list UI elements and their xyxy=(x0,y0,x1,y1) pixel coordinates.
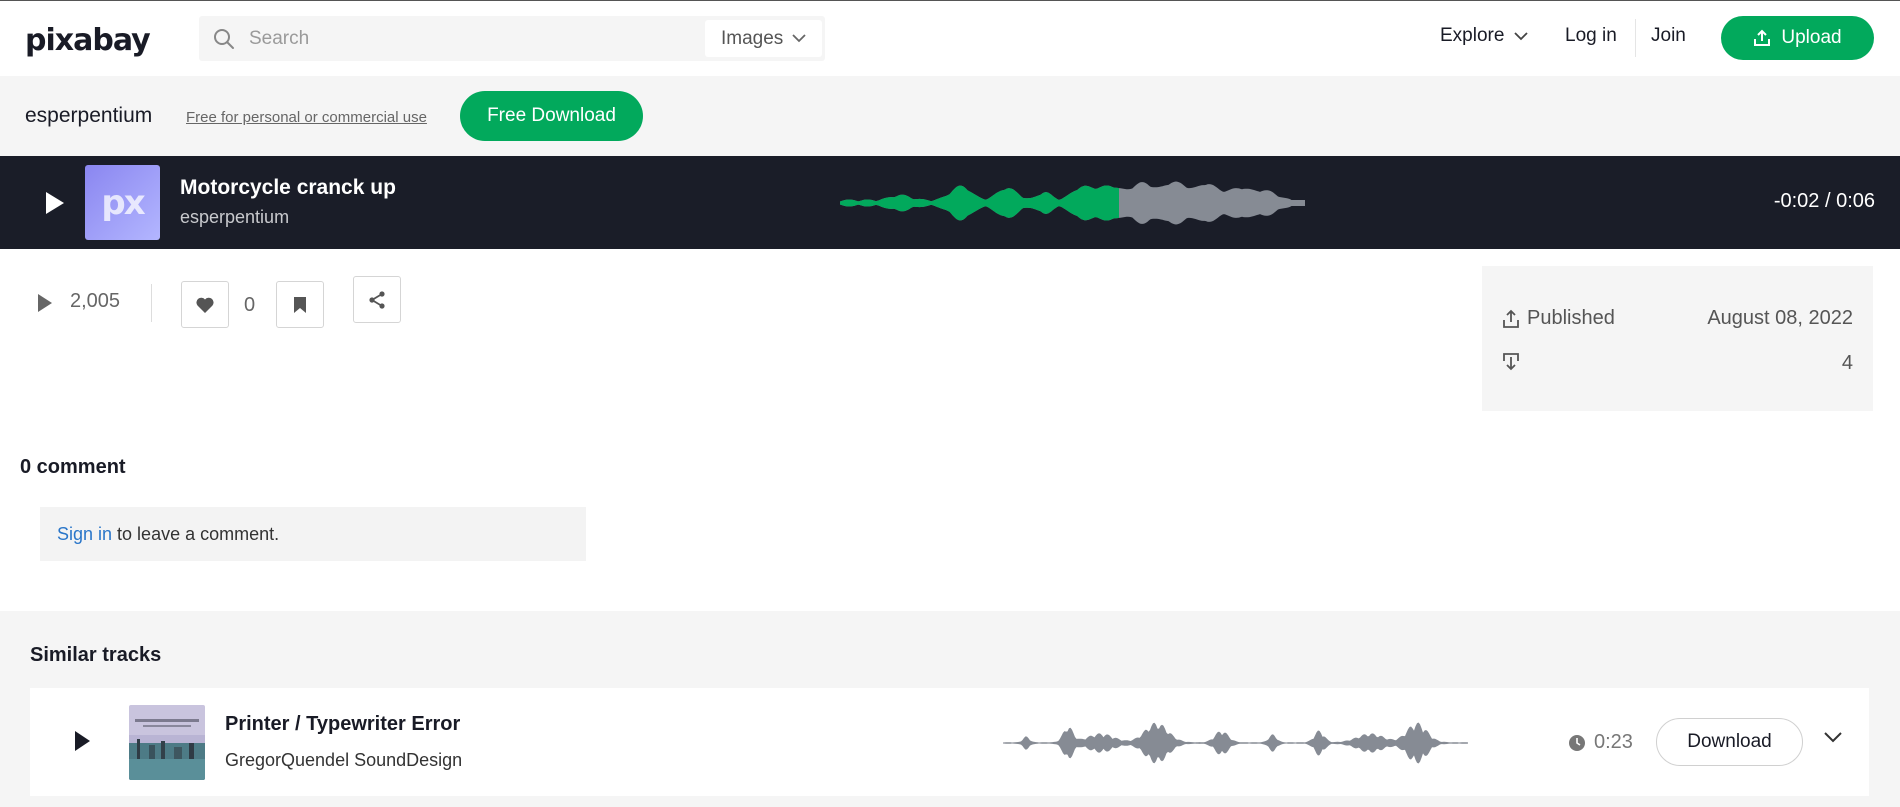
play-icon[interactable] xyxy=(42,189,68,217)
comment-box: Sign in to leave a comment. xyxy=(40,507,586,561)
nav-divider xyxy=(1635,19,1636,57)
published-label-text: Published xyxy=(1527,307,1615,329)
explore-menu[interactable]: Explore xyxy=(1440,25,1529,47)
similar-tracks-heading: Similar tracks xyxy=(30,644,162,666)
similar-track-title[interactable]: Printer / Typewriter Error xyxy=(225,713,460,736)
free-download-button[interactable]: Free Download xyxy=(460,91,643,141)
author-name[interactable]: esperpentium xyxy=(25,104,152,128)
stats-divider xyxy=(151,284,152,322)
site-header: pixabay Images Explore Log in Join Uploa… xyxy=(0,0,1900,76)
chevron-down-icon[interactable] xyxy=(1824,732,1842,743)
like-count: 0 xyxy=(244,294,256,316)
play-count-icon xyxy=(38,294,52,312)
chevron-down-icon xyxy=(1514,31,1529,40)
signin-link[interactable]: Sign in xyxy=(57,524,112,544)
bookmark-button[interactable] xyxy=(276,281,324,328)
clock-icon xyxy=(1569,734,1585,751)
play-count: 2,005 xyxy=(70,290,121,312)
list-item: Printer / Typewriter Error GregorQuendel… xyxy=(30,688,1869,796)
similar-track-author[interactable]: GregorQuendel SoundDesign xyxy=(225,750,462,771)
pixabay-logo[interactable]: pixabay xyxy=(25,23,151,58)
share-button[interactable] xyxy=(353,276,401,323)
waveform[interactable] xyxy=(1003,713,1468,773)
login-link[interactable]: Log in xyxy=(1565,25,1617,47)
upload-icon xyxy=(1754,29,1771,46)
comments-heading: 0 comment xyxy=(20,456,126,478)
play-icon[interactable] xyxy=(72,729,92,753)
audio-player: px Motorcycle cranck up esperpentium -0:… xyxy=(0,156,1900,249)
chevron-down-icon xyxy=(792,34,806,43)
upload-label: Upload xyxy=(1781,27,1842,48)
downloads-label xyxy=(1502,352,1527,372)
heart-icon xyxy=(196,297,214,313)
track-thumbnail xyxy=(129,705,205,780)
join-link[interactable]: Join xyxy=(1651,25,1686,47)
search-type-select[interactable]: Images xyxy=(705,20,822,57)
search-type-label: Images xyxy=(721,27,784,49)
search-bar: Images xyxy=(199,16,825,61)
player-time: -0:02 / 0:06 xyxy=(1773,190,1875,212)
author-bar: esperpentium Free for personal or commer… xyxy=(0,76,1900,156)
explore-label: Explore xyxy=(1440,25,1505,46)
license-link[interactable]: Free for personal or commercial use xyxy=(186,109,427,126)
track-title: Motorcycle cranck up xyxy=(180,176,396,199)
track-duration: 0:23 xyxy=(1568,731,1633,754)
similar-tracks-section: Similar tracks Printer / Typewriter Erro… xyxy=(0,611,1900,807)
upload-icon xyxy=(1503,309,1519,328)
published-label: Published xyxy=(1502,307,1615,330)
waveform[interactable] xyxy=(840,178,1305,228)
download-button[interactable]: Download xyxy=(1656,718,1803,766)
signin-text: to leave a comment. xyxy=(112,524,280,544)
track-author[interactable]: esperpentium xyxy=(180,207,289,228)
upload-button[interactable]: Upload xyxy=(1721,16,1874,60)
track-info-panel: Published August 08, 2022 4 xyxy=(1482,266,1873,411)
share-icon xyxy=(369,290,385,309)
thumb-logo: px xyxy=(101,182,145,223)
published-date: August 08, 2022 xyxy=(1707,307,1853,329)
bookmark-icon xyxy=(294,296,306,313)
downloads-count: 4 xyxy=(1841,352,1853,374)
search-icon[interactable] xyxy=(212,27,236,51)
like-button[interactable] xyxy=(181,281,229,328)
track-duration-value: 0:23 xyxy=(1594,731,1633,753)
download-icon xyxy=(1503,353,1519,371)
track-thumbnail: px xyxy=(85,165,160,240)
search-input[interactable] xyxy=(249,24,699,54)
